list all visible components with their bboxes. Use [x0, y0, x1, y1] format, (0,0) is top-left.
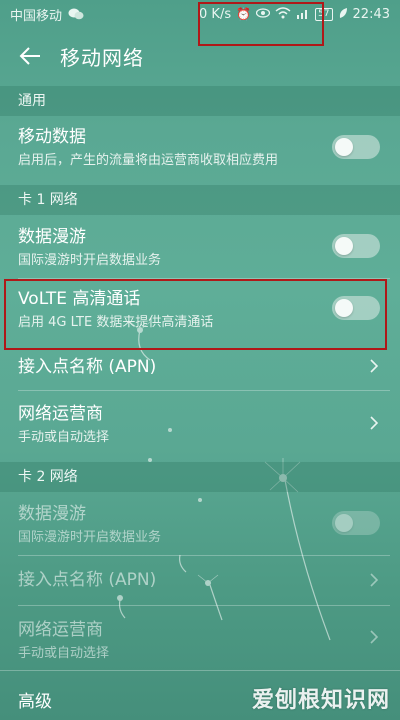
divider: [18, 390, 390, 391]
page-title: 移动网络: [60, 45, 144, 70]
divider: [18, 605, 390, 606]
row-apn-sim2: 接入点名称 (APN): [0, 569, 400, 591]
row-apn-sim1[interactable]: 接入点名称 (APN): [0, 356, 400, 378]
chevron-right-icon: [368, 356, 380, 376]
back-arrow-icon[interactable]: [10, 36, 50, 76]
carrier-name: 中国移动: [10, 8, 63, 24]
row-title: 网络运营商: [18, 404, 103, 424]
volte-highlight-box: [4, 279, 387, 350]
clock-time: 22:43: [352, 6, 390, 22]
row-subtitle: 手动或自动选择: [18, 430, 110, 445]
divider: [18, 555, 390, 556]
chevron-right-icon: [368, 413, 380, 433]
section-header-sim1: 卡 1 网络: [0, 185, 400, 215]
divider: [0, 670, 400, 671]
toggle-knob: [335, 514, 353, 532]
data-roaming-sim1-toggle[interactable]: [332, 234, 380, 258]
chevron-right-icon: [368, 627, 380, 647]
toggle-knob: [335, 138, 353, 156]
row-title: 网络运营商: [18, 620, 103, 640]
row-network-operator-sim1[interactable]: 网络运营商 手动或自动选择: [0, 403, 400, 447]
row-title: 接入点名称 (APN): [18, 570, 157, 590]
leaf-icon: [338, 7, 348, 21]
watermark-logo: 爱刨根知识网: [251, 688, 390, 713]
toggle-knob: [335, 237, 353, 255]
row-subtitle: 手动或自动选择: [18, 646, 110, 661]
row-title: 接入点名称 (APN): [18, 357, 157, 377]
row-network-operator-sim2: 网络运营商 手动或自动选择: [0, 619, 400, 663]
status-icons-highlight-box: [198, 2, 324, 46]
section-header-sim2: 卡 2 网络: [0, 462, 400, 492]
data-roaming-sim2-toggle: [332, 511, 380, 535]
chevron-right-icon: [368, 570, 380, 590]
mobile-data-toggle[interactable]: [332, 135, 380, 159]
wechat-icon: [68, 8, 84, 20]
section-header-general: 通用: [0, 86, 400, 116]
